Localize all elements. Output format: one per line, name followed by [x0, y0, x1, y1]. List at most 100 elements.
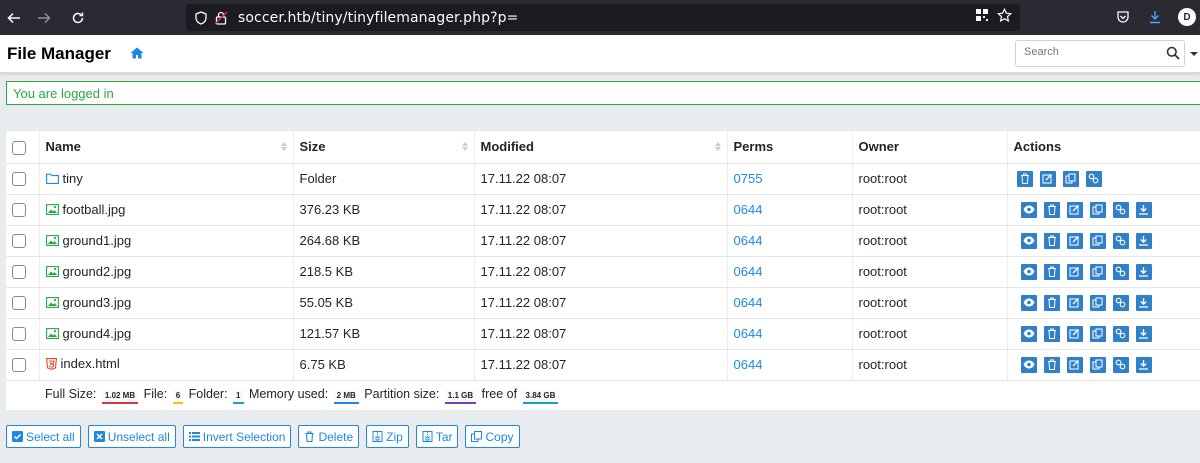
header-modified[interactable]: Modified	[474, 131, 728, 164]
copy-icon[interactable]	[1089, 325, 1106, 342]
view-icon[interactable]	[1020, 201, 1037, 218]
tar-button[interactable]: Tar	[415, 425, 459, 448]
copy-icon[interactable]	[1089, 356, 1106, 373]
perms-link[interactable]: 0644	[734, 264, 763, 279]
file-size: 264.68 KB	[293, 225, 475, 257]
invert-selection-button[interactable]: Invert Selection	[182, 425, 292, 448]
view-icon[interactable]	[1020, 356, 1037, 373]
perms-link[interactable]: 0755	[734, 171, 763, 186]
sort-icon[interactable]	[715, 142, 721, 151]
file-link[interactable]: tiny	[45, 171, 83, 186]
select-all-button[interactable]: Select all	[6, 425, 81, 448]
perms-link[interactable]: 0644	[734, 357, 763, 372]
delete-icon[interactable]	[1043, 325, 1060, 342]
search-options-caret[interactable]	[1190, 52, 1198, 56]
link-icon[interactable]	[1112, 263, 1129, 280]
link-icon[interactable]	[1112, 232, 1129, 249]
file-link[interactable]: football.jpg	[45, 202, 125, 217]
view-icon[interactable]	[1020, 232, 1037, 249]
link-icon[interactable]	[1112, 325, 1129, 342]
rename-icon[interactable]	[1066, 294, 1083, 311]
delete-button[interactable]: Delete	[298, 425, 360, 448]
link-icon[interactable]	[1085, 170, 1102, 187]
perms-link[interactable]: 0644	[734, 295, 763, 310]
delete-icon[interactable]	[1043, 294, 1060, 311]
row-actions	[1014, 325, 1200, 342]
file-link[interactable]: ground2.jpg	[45, 264, 131, 279]
qr-code-icon[interactable]	[975, 8, 989, 22]
rename-icon[interactable]	[1066, 356, 1083, 373]
table-row: ground1.jpg 264.68 KB 17.11.22 08:07 064…	[6, 225, 1200, 257]
download-icon[interactable]	[1142, 4, 1168, 30]
copy-icon[interactable]	[1089, 263, 1106, 280]
copy-button[interactable]: Copy	[465, 425, 520, 448]
copy-icon[interactable]	[1089, 294, 1106, 311]
file-modified: 17.11.22 08:07	[474, 225, 728, 257]
url-text[interactable]: soccer.htb/tiny/tinyfilemanager.php?p=	[238, 10, 518, 26]
home-icon[interactable]	[130, 47, 144, 62]
delete-icon[interactable]	[1043, 201, 1060, 218]
link-icon[interactable]	[1112, 201, 1129, 218]
header-size[interactable]: Size	[293, 131, 475, 164]
delete-icon[interactable]	[1043, 356, 1060, 373]
bookmark-star-icon[interactable]	[997, 8, 1012, 23]
archive-icon	[422, 431, 433, 442]
sort-icon[interactable]	[281, 142, 287, 151]
rename-icon[interactable]	[1066, 263, 1083, 280]
rename-icon[interactable]	[1066, 325, 1083, 342]
unselect-all-button[interactable]: Unselect all	[87, 425, 176, 448]
insecure-lock-icon	[214, 10, 228, 25]
file-link[interactable]: index.html	[45, 356, 120, 371]
row-checkbox[interactable]	[12, 203, 26, 218]
row-checkbox[interactable]	[12, 327, 26, 342]
search-box[interactable]	[1015, 40, 1185, 67]
row-checkbox[interactable]	[12, 296, 26, 311]
row-checkbox[interactable]	[12, 358, 26, 373]
row-actions	[1014, 170, 1200, 187]
sort-icon[interactable]	[462, 142, 468, 151]
select-all-header[interactable]	[6, 131, 40, 164]
link-icon[interactable]	[1112, 294, 1129, 311]
download-icon[interactable]	[1135, 263, 1152, 280]
copy-icon[interactable]	[1062, 170, 1079, 187]
link-icon[interactable]	[1112, 356, 1129, 373]
download-icon[interactable]	[1135, 325, 1152, 342]
folder-count-badge: 1	[233, 389, 244, 404]
rename-icon[interactable]	[1066, 201, 1083, 218]
select-all-checkbox[interactable]	[12, 140, 26, 155]
search-input[interactable]	[1016, 41, 1161, 63]
row-checkbox[interactable]	[12, 265, 26, 280]
rename-icon[interactable]	[1039, 170, 1056, 187]
download-icon[interactable]	[1135, 232, 1152, 249]
perms-link[interactable]: 0644	[734, 233, 763, 248]
file-link[interactable]: ground3.jpg	[45, 295, 131, 310]
account-icon[interactable]: D	[1174, 4, 1200, 30]
header-name[interactable]: Name	[39, 131, 294, 164]
view-icon[interactable]	[1020, 294, 1037, 311]
zip-button[interactable]: Zip	[366, 425, 409, 448]
perms-link[interactable]: 0644	[734, 202, 763, 217]
copy-icon[interactable]	[1089, 232, 1106, 249]
copy-icon[interactable]	[1089, 201, 1106, 218]
file-link[interactable]: ground1.jpg	[45, 233, 131, 248]
address-bar[interactable]: soccer.htb/tiny/tinyfilemanager.php?p=	[186, 4, 1020, 31]
download-icon[interactable]	[1135, 356, 1152, 373]
row-checkbox[interactable]	[12, 172, 26, 187]
download-icon[interactable]	[1135, 201, 1152, 218]
back-icon[interactable]	[1, 5, 27, 31]
download-icon[interactable]	[1135, 294, 1152, 311]
view-icon[interactable]	[1020, 263, 1037, 280]
delete-icon[interactable]	[1016, 170, 1033, 187]
reload-icon[interactable]	[65, 5, 91, 31]
pocket-icon[interactable]	[1110, 4, 1136, 30]
delete-icon[interactable]	[1043, 263, 1060, 280]
perms-link[interactable]: 0644	[734, 326, 763, 341]
row-checkbox[interactable]	[12, 234, 26, 249]
rename-icon[interactable]	[1066, 232, 1083, 249]
search-icon[interactable]	[1166, 46, 1180, 60]
forward-icon[interactable]	[31, 5, 57, 31]
file-link[interactable]: ground4.jpg	[45, 326, 131, 341]
brand-title[interactable]: File Manager	[7, 44, 111, 64]
delete-icon[interactable]	[1043, 232, 1060, 249]
view-icon[interactable]	[1020, 325, 1037, 342]
